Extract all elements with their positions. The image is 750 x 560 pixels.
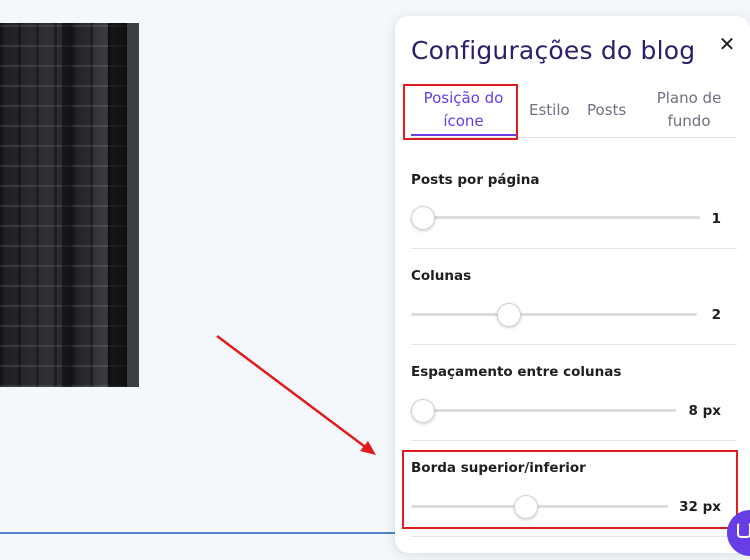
tab-label: fundo	[667, 112, 711, 130]
slider-top-bottom-border[interactable]	[411, 505, 668, 508]
section-divider-line	[0, 532, 395, 534]
tab-icon-position[interactable]: Posição do ícone	[411, 87, 516, 133]
close-icon[interactable]: ✕	[717, 34, 737, 54]
tab-label: Posts	[587, 101, 627, 119]
setting-label-posts-per-page: Posts por página	[411, 172, 540, 188]
tab-label: Plano de	[656, 89, 722, 107]
divider	[411, 248, 737, 249]
value-top-bottom-border: 32 px	[679, 499, 721, 515]
slider-thumb[interactable]	[513, 495, 538, 519]
setting-label-column-spacing: Espaçamento entre colunas	[411, 364, 622, 380]
chat-glyph	[737, 522, 750, 538]
value-posts-per-page: 1	[711, 211, 721, 227]
divider	[411, 440, 737, 441]
tab-posts[interactable]: Posts	[587, 99, 626, 122]
slider-thumb[interactable]	[411, 399, 435, 423]
building-photo	[0, 23, 139, 387]
tab-label: ícone	[443, 112, 484, 130]
tabs-divider	[411, 137, 737, 138]
divider	[411, 536, 737, 537]
value-columns: 2	[711, 307, 721, 323]
slider-column-spacing[interactable]	[411, 409, 676, 412]
slider-posts-per-page[interactable]	[411, 216, 700, 219]
tab-label: Posição do	[423, 89, 504, 107]
value-column-spacing: 8 px	[688, 403, 721, 419]
panel-title: Configurações do blog	[411, 36, 696, 65]
slider-thumb[interactable]	[411, 206, 435, 230]
tab-background[interactable]: Plano de fundo	[648, 87, 730, 133]
photo-edge	[127, 23, 139, 387]
photo-column	[62, 23, 72, 387]
slider-thumb[interactable]	[496, 303, 521, 327]
slider-columns[interactable]	[411, 313, 697, 316]
setting-label-columns: Colunas	[411, 268, 472, 284]
blog-settings-panel: Configurações do blog ✕ Posição do ícone…	[395, 16, 750, 553]
setting-label-top-bottom-border: Borda superior/inferior	[411, 460, 586, 476]
tab-label: Estilo	[529, 101, 570, 119]
divider	[411, 344, 737, 345]
active-tab-indicator	[411, 134, 516, 136]
tab-style[interactable]: Estilo	[529, 99, 570, 122]
